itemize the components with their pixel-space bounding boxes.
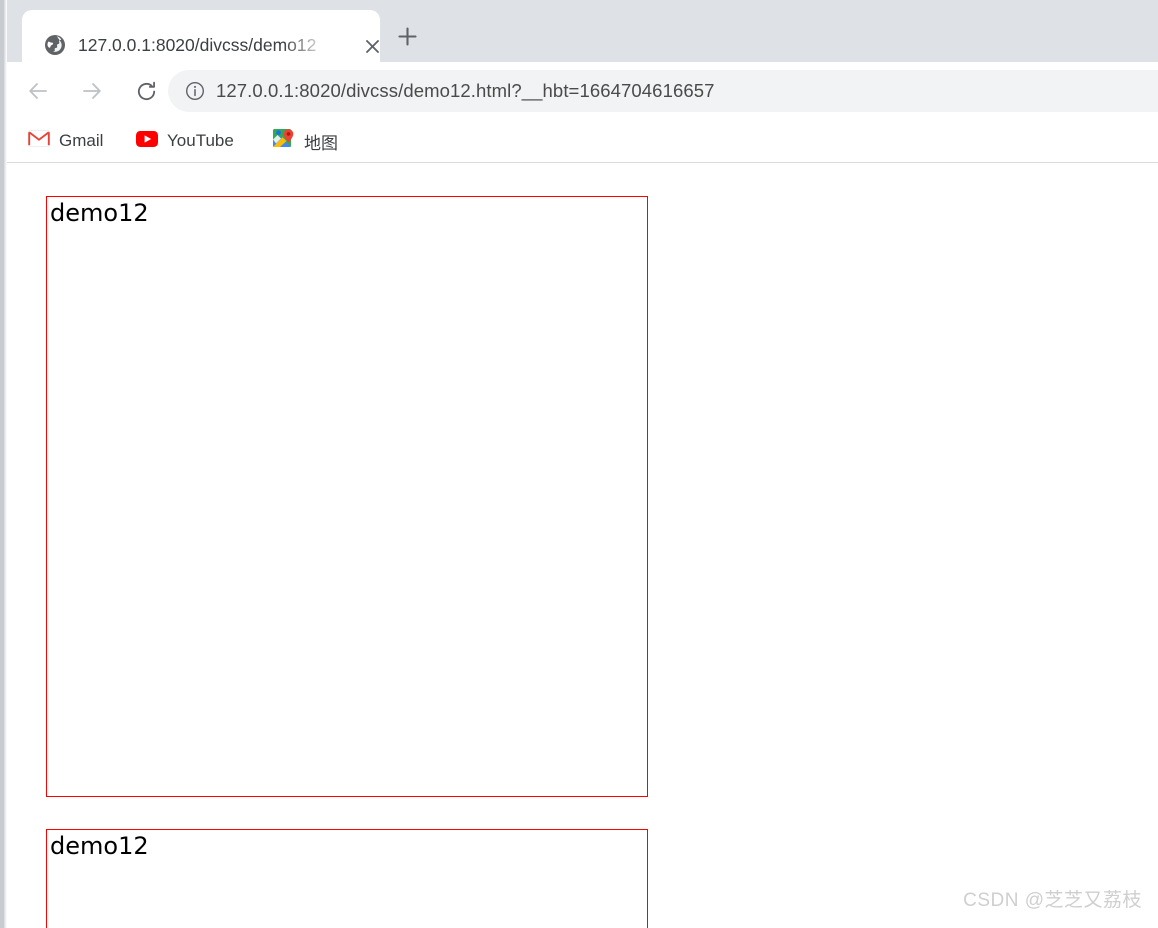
- new-tab-button[interactable]: [392, 21, 422, 51]
- google-maps-icon: [272, 128, 295, 155]
- gmail-icon: [28, 130, 50, 152]
- forward-button[interactable]: [76, 75, 108, 107]
- csdn-watermark: CSDN @芝芝又荔枝: [963, 890, 1142, 911]
- address-bar-url[interactable]: 127.0.0.1:8020/divcss/demo12.html?__hbt=…: [216, 70, 715, 112]
- page-viewport: demo12 demo12: [7, 163, 1158, 928]
- address-bar[interactable]: 127.0.0.1:8020/divcss/demo12.html?__hbt=…: [168, 70, 1158, 112]
- browser-tab[interactable]: 127.0.0.1:8020/divcss/demo12: [22, 10, 380, 62]
- tab-title: 127.0.0.1:8020/divcss/demo12: [78, 35, 317, 55]
- tab-strip: 127.0.0.1:8020/divcss/demo12: [0, 0, 1158, 62]
- demo-box-1: demo12: [46, 196, 648, 797]
- browser-toolbar: 127.0.0.1:8020/divcss/demo12.html?__hbt=…: [0, 62, 1158, 120]
- window-left-edge: [0, 0, 7, 928]
- bookmark-gmail[interactable]: Gmail: [24, 126, 107, 156]
- arrow-right-icon: [83, 83, 101, 99]
- demo-box-2: demo12: [46, 829, 648, 928]
- info-circle-icon[interactable]: [185, 81, 205, 101]
- back-button[interactable]: [22, 75, 54, 107]
- arrow-left-icon: [29, 83, 47, 99]
- bookmark-label: YouTube: [167, 131, 234, 150]
- plus-icon: [397, 26, 417, 46]
- demo-box-text: demo12: [50, 832, 149, 860]
- reload-button[interactable]: [130, 75, 162, 107]
- bookmark-label: 地图: [304, 133, 338, 153]
- bookmarks-bar: Gmail YouTube 地图: [0, 120, 1158, 163]
- bookmark-label: Gmail: [59, 131, 104, 150]
- youtube-icon: [136, 130, 158, 152]
- reload-icon: [137, 81, 155, 100]
- close-icon[interactable]: [358, 32, 386, 60]
- browser-window: 127.0.0.1:8020/divcss/demo12 127.0.0.1:8…: [0, 0, 1158, 928]
- bookmark-maps[interactable]: 地图: [268, 126, 342, 156]
- demo-box-text: demo12: [50, 199, 149, 227]
- globe-icon: [44, 34, 66, 56]
- bookmark-youtube[interactable]: YouTube: [132, 126, 238, 156]
